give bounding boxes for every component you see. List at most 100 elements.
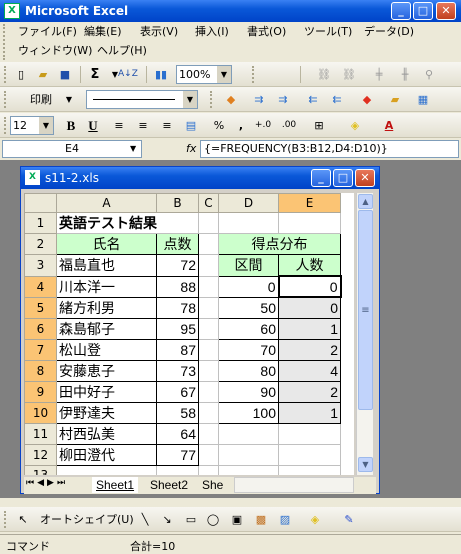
column-header[interactable]: E bbox=[278, 193, 341, 213]
score-cell[interactable]: 78 bbox=[156, 296, 199, 319]
row-header[interactable]: 3 bbox=[24, 254, 57, 277]
print-button[interactable]: 印刷 bbox=[30, 90, 52, 109]
count-cell[interactable]: 2 bbox=[278, 380, 341, 403]
sheet-title[interactable]: 英語テスト結果 bbox=[56, 212, 199, 234]
horizontal-scrollbar[interactable] bbox=[234, 477, 354, 493]
count-cell[interactable]: 4 bbox=[278, 359, 341, 382]
column-header[interactable]: A bbox=[56, 193, 157, 213]
merge-center-icon[interactable]: ▤ bbox=[182, 116, 200, 135]
picture-icon[interactable]: ▨ bbox=[276, 510, 294, 529]
name-header[interactable]: 氏名 bbox=[56, 233, 157, 255]
line-icon[interactable]: ╲ bbox=[136, 510, 154, 529]
chevron-down-icon[interactable]: ▼ bbox=[217, 66, 231, 83]
row-header[interactable]: 11 bbox=[24, 422, 57, 445]
row-header[interactable]: 9 bbox=[24, 380, 57, 403]
chevron-down-icon[interactable]: ▼ bbox=[130, 144, 136, 153]
cell[interactable] bbox=[218, 464, 279, 475]
align-right-icon[interactable]: ≡ bbox=[158, 116, 176, 135]
cell[interactable] bbox=[198, 296, 219, 319]
row-header[interactable]: 7 bbox=[24, 338, 57, 361]
cell[interactable] bbox=[156, 464, 199, 475]
menu-insert[interactable]: 挿入(I) bbox=[193, 22, 231, 42]
name-cell[interactable]: 田中好子 bbox=[56, 380, 157, 403]
open-icon[interactable]: ▰ bbox=[34, 65, 52, 84]
score-cell[interactable]: 88 bbox=[156, 275, 199, 298]
score-cell[interactable]: 77 bbox=[156, 443, 199, 466]
sort-ascending-button[interactable]: A↓Z bbox=[118, 65, 138, 84]
watch-window-icon[interactable]: ▦ bbox=[414, 90, 432, 109]
remove-dependents-icon[interactable]: ⇇ bbox=[328, 90, 346, 109]
interval-cell[interactable]: 100 bbox=[218, 401, 279, 424]
remove-precedents-icon[interactable]: ⇉ bbox=[274, 90, 292, 109]
interval-cell[interactable]: 90 bbox=[218, 380, 279, 403]
cell[interactable] bbox=[278, 422, 341, 445]
tab-nav-arrows-icon[interactable]: ⏮◀▶⏭ bbox=[26, 478, 68, 488]
align-left-icon[interactable]: ≡ bbox=[110, 116, 128, 135]
rectangle-icon[interactable]: ▭ bbox=[182, 510, 200, 529]
cell[interactable] bbox=[278, 464, 341, 475]
row-header[interactable]: 1 bbox=[24, 212, 57, 234]
row-header[interactable]: 5 bbox=[24, 296, 57, 319]
cell[interactable] bbox=[198, 422, 219, 445]
dropdown-arrow-icon[interactable]: ▼ bbox=[60, 90, 78, 109]
column-header[interactable]: C bbox=[198, 193, 219, 213]
score-cell[interactable]: 67 bbox=[156, 380, 199, 403]
cell[interactable] bbox=[198, 443, 219, 466]
line-style-select[interactable]: ▼ bbox=[86, 90, 198, 109]
corner-cell[interactable] bbox=[24, 193, 57, 213]
score-cell[interactable]: 58 bbox=[156, 401, 199, 424]
error-check-icon[interactable]: ◆ bbox=[358, 90, 376, 109]
new-icon[interactable]: ▯ bbox=[12, 65, 30, 84]
save-icon[interactable]: ■ bbox=[56, 65, 74, 84]
cell[interactable] bbox=[198, 317, 219, 340]
row-header[interactable]: 12 bbox=[24, 443, 57, 466]
bold-button[interactable]: B bbox=[62, 116, 80, 135]
cell[interactable] bbox=[218, 212, 279, 234]
cell[interactable] bbox=[198, 254, 219, 277]
cell[interactable] bbox=[218, 443, 279, 466]
count-cell[interactable]: 0 bbox=[278, 296, 341, 319]
align-center-icon[interactable]: ≡ bbox=[134, 116, 152, 135]
row-header[interactable]: 4 bbox=[24, 275, 57, 298]
toolbar-grip[interactable] bbox=[4, 91, 7, 108]
dist-title[interactable]: 得点分布 bbox=[218, 233, 341, 255]
count-cell[interactable]: 2 bbox=[278, 338, 341, 361]
cell[interactable] bbox=[198, 338, 219, 361]
font-size-select[interactable]: 12 ▼ bbox=[10, 116, 54, 135]
cell[interactable] bbox=[56, 464, 157, 475]
cell[interactable] bbox=[198, 359, 219, 382]
comma-button[interactable]: , bbox=[232, 116, 250, 135]
trace-precedents-icon[interactable]: ⇉ bbox=[250, 90, 268, 109]
cell[interactable] bbox=[198, 401, 219, 424]
cell[interactable] bbox=[198, 464, 219, 475]
interval-cell[interactable]: 50 bbox=[218, 296, 279, 319]
menu-grip[interactable] bbox=[3, 24, 6, 60]
column-header[interactable]: D bbox=[218, 193, 279, 213]
row-header[interactable]: 6 bbox=[24, 317, 57, 340]
link-icon[interactable]: ⛓ bbox=[315, 65, 333, 84]
menu-edit[interactable]: 編集(E) bbox=[82, 22, 124, 42]
interval-cell[interactable]: 60 bbox=[218, 317, 279, 340]
interval-header[interactable]: 区間 bbox=[218, 254, 279, 277]
cell[interactable] bbox=[278, 443, 341, 466]
insert-col-icon[interactable]: ╫ bbox=[396, 65, 414, 84]
name-cell[interactable]: 安藤恵子 bbox=[56, 359, 157, 382]
tab-sheet1[interactable]: Sheet1 bbox=[92, 477, 139, 493]
unlink-icon[interactable]: ⛓ bbox=[340, 65, 358, 84]
toolbar-grip[interactable] bbox=[4, 117, 7, 134]
line-color-icon[interactable]: ✎ bbox=[340, 510, 358, 529]
score-header[interactable]: 点数 bbox=[156, 233, 199, 255]
column-header[interactable]: B bbox=[156, 193, 199, 213]
menu-format[interactable]: 書式(O) bbox=[245, 22, 288, 42]
row-header[interactable]: 2 bbox=[24, 233, 57, 255]
fill-color-icon[interactable]: ◈ bbox=[306, 510, 324, 529]
count-cell[interactable]: 1 bbox=[278, 401, 341, 424]
fill-color-icon[interactable]: ◈ bbox=[346, 116, 364, 135]
close-button[interactable]: ✕ bbox=[436, 2, 456, 20]
percent-button[interactable]: % bbox=[210, 116, 228, 135]
vertical-scrollbar[interactable]: ▲ ≡ ▼ bbox=[356, 193, 373, 475]
name-cell[interactable]: 村西弘美 bbox=[56, 422, 157, 445]
trace-dependents-icon[interactable]: ⇇ bbox=[304, 90, 322, 109]
autosum-button[interactable]: Σ bbox=[86, 65, 104, 84]
count-header[interactable]: 人数 bbox=[278, 254, 341, 277]
